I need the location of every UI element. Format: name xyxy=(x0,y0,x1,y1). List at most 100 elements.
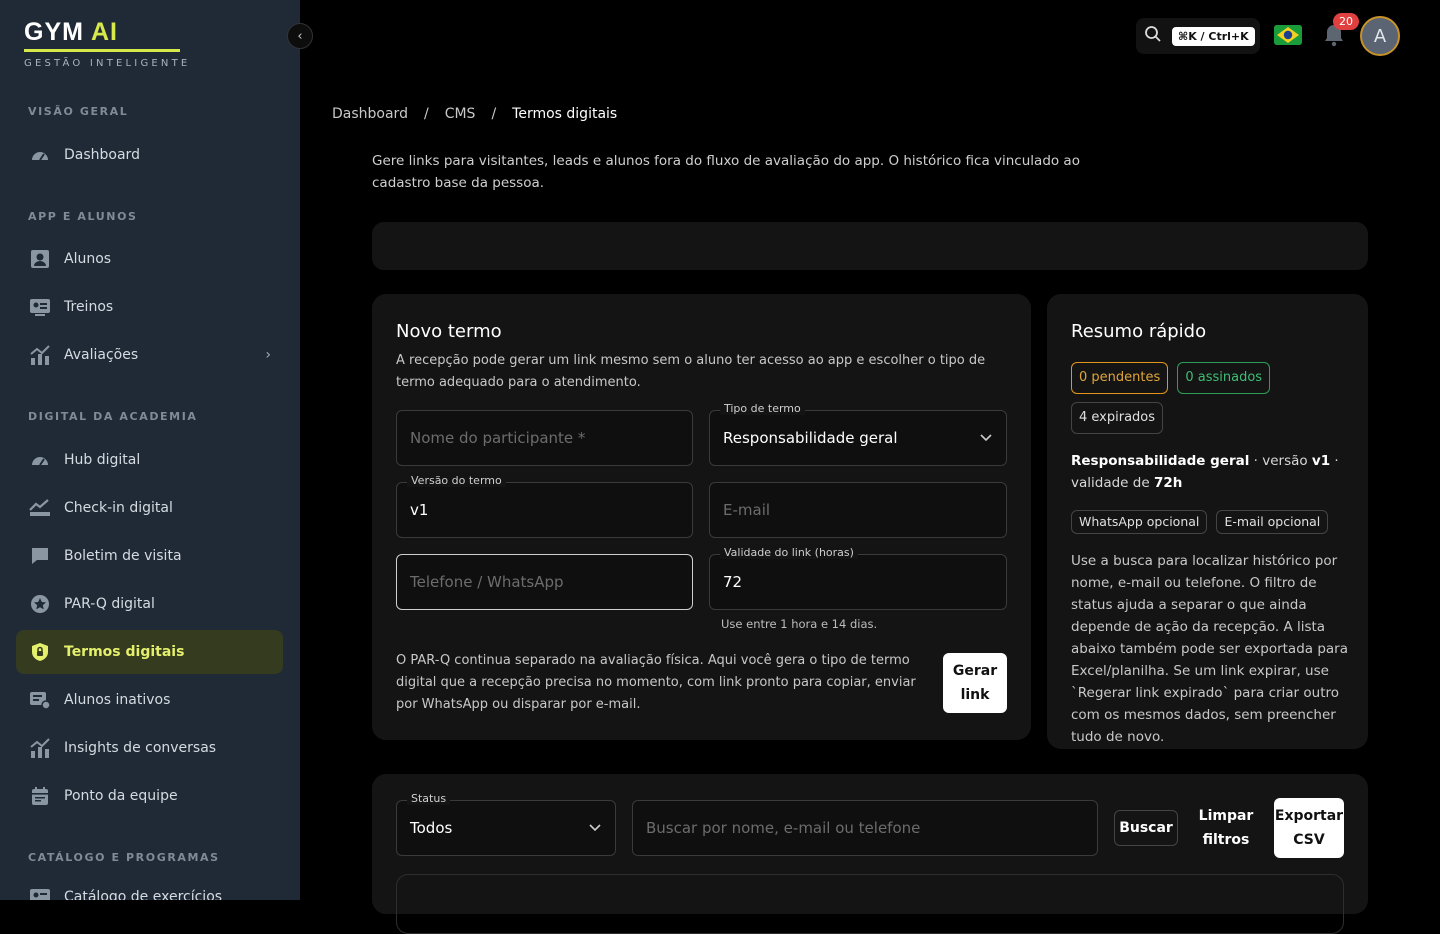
sidebar-item-label: PAR-Q digital xyxy=(64,596,155,612)
calendar-icon xyxy=(28,784,52,808)
gauge-icon xyxy=(28,448,52,472)
status-filter-select[interactable]: Status Todos xyxy=(396,792,616,856)
participant-name-input[interactable]: Nome do participante * xyxy=(396,410,693,466)
command-search-button[interactable]: ⌘K / Ctrl+K xyxy=(1136,18,1260,54)
term-type-label: Tipo de termo xyxy=(720,402,805,415)
id-card-icon xyxy=(28,885,52,900)
breadcrumb-cms[interactable]: CMS xyxy=(445,106,476,122)
check-in-icon xyxy=(28,496,52,520)
phone-placeholder: Telefone / WhatsApp xyxy=(410,573,564,591)
shortcut-hint: ⌘K / Ctrl+K xyxy=(1172,26,1255,46)
brand-name: GYM xyxy=(24,18,84,46)
notification-count-badge: 20 xyxy=(1333,13,1359,30)
id-card-icon xyxy=(28,295,52,319)
message-icon xyxy=(28,544,52,568)
sidebar-item-label: Alunos inativos xyxy=(64,692,171,708)
sidebar-item-termos-digitais[interactable]: Termos digitais xyxy=(16,630,283,674)
toolbar-card xyxy=(372,222,1368,270)
section-label-digital: DIGITAL DA ACADEMIA xyxy=(28,410,198,423)
sidebar-item-label: Hub digital xyxy=(64,452,141,468)
quick-summary-card: Resumo rápido 0 pendentes 0 assinados 4 … xyxy=(1047,294,1368,749)
sidebar-item-label: Alunos xyxy=(64,251,112,267)
history-list-container xyxy=(396,874,1344,934)
phone-whatsapp-input[interactable]: Telefone / WhatsApp xyxy=(396,554,693,610)
chevron-down-icon xyxy=(589,821,601,835)
breadcrumb-dashboard[interactable]: Dashboard xyxy=(332,106,408,122)
term-summary-name: Responsabilidade geral xyxy=(1071,453,1250,469)
section-label-overview: VISÃO GERAL xyxy=(28,105,129,118)
chevron-right-icon: › xyxy=(265,347,271,363)
email-optional-tag: E-mail opcional xyxy=(1216,510,1329,534)
sidebar-item-label: Check-in digital xyxy=(64,500,173,516)
expired-chip-row: 4 expirados xyxy=(1071,402,1164,434)
term-summary-line: Responsabilidade geral · versão v1 · val… xyxy=(1071,450,1351,494)
email-placeholder: E-mail xyxy=(723,501,771,519)
link-validity-help: Use entre 1 hora e 14 dias. xyxy=(721,617,878,631)
clear-filters-button[interactable]: Limpar filtros xyxy=(1194,804,1258,852)
participant-name-placeholder: Nome do participante * xyxy=(410,429,586,447)
sidebar-item-check-in-digital[interactable]: Check-in digital xyxy=(16,486,283,530)
new-term-description: A recepção pode gerar um link mesmo sem … xyxy=(396,353,986,390)
sidebar-item-catalogo-exercicios[interactable]: Catálogo de exercícios xyxy=(16,875,283,900)
search-button[interactable]: Buscar xyxy=(1114,810,1178,846)
brazil-flag-icon[interactable] xyxy=(1274,25,1302,45)
history-filters-card: Status Todos Buscar por nome, e-mail ou … xyxy=(372,774,1368,934)
pending-count-badge[interactable]: 0 pendentes xyxy=(1071,362,1169,394)
parq-note: O PAR-Q continua separado na avaliação f… xyxy=(396,653,916,712)
sidebar-item-label: Insights de conversas xyxy=(64,740,217,756)
term-version-value: v1 xyxy=(410,501,429,519)
user-avatar[interactable]: A xyxy=(1360,16,1400,56)
sidebar-item-dashboard[interactable]: Dashboard xyxy=(16,133,283,177)
history-search-input[interactable]: Buscar por nome, e-mail ou telefone xyxy=(632,800,1098,856)
user-inactive-icon xyxy=(28,688,52,712)
breadcrumb-separator: / xyxy=(423,106,429,122)
section-label-app: APP E ALUNOS xyxy=(28,210,138,223)
sidebar-item-treinos[interactable]: Treinos xyxy=(16,285,283,329)
sidebar-item-label: Ponto da equipe xyxy=(64,788,178,804)
channel-tags: WhatsApp opcional E-mail opcional xyxy=(1071,510,1329,534)
link-validity-input[interactable]: Validade do link (horas) 72 xyxy=(709,546,1007,610)
sidebar-item-label: Termos digitais xyxy=(64,644,185,660)
page-description: Gere links para visitantes, leads e alun… xyxy=(372,153,1080,191)
new-term-title: Novo termo xyxy=(396,321,502,342)
sidebar-item-parq-digital[interactable]: PAR-Q digital xyxy=(16,582,283,626)
user-icon xyxy=(28,247,52,271)
sidebar-item-label: Boletim de visita xyxy=(64,548,182,564)
sidebar-item-alunos-inativos[interactable]: Alunos inativos xyxy=(16,678,283,722)
quick-summary-help: Use a busca para localizar histórico por… xyxy=(1071,553,1349,745)
chevron-down-icon xyxy=(980,431,992,445)
version-prefix: · versão xyxy=(1249,453,1312,469)
term-summary-validity: 72h xyxy=(1153,475,1183,491)
term-version-input[interactable]: Versão do termo v1 xyxy=(396,474,693,538)
new-term-card: Novo termo A recepção pode gerar um link… xyxy=(372,294,1031,740)
sidebar-item-label: Avaliações xyxy=(64,347,139,363)
star-badge-icon xyxy=(28,592,52,616)
brand-logo[interactable]: GYM AI GESTÃO INTELIGENTE xyxy=(24,18,190,69)
search-icon xyxy=(1144,25,1162,47)
quick-summary-title: Resumo rápido xyxy=(1071,321,1207,342)
term-version-label: Versão do termo xyxy=(407,474,506,487)
chart-icon xyxy=(28,736,52,760)
sidebar-item-avaliacoes[interactable]: Avaliações › xyxy=(16,333,283,377)
expired-count-badge[interactable]: 4 expirados xyxy=(1071,402,1164,434)
sidebar-item-insights-conversas[interactable]: Insights de conversas xyxy=(16,726,283,770)
signed-count-badge[interactable]: 0 assinados xyxy=(1177,362,1271,394)
term-summary-version: v1 xyxy=(1311,453,1331,469)
sidebar-item-alunos[interactable]: Alunos xyxy=(16,237,283,281)
sidebar-item-label: Treinos xyxy=(64,299,114,315)
term-type-select[interactable]: Tipo de termo Responsabilidade geral xyxy=(709,402,1007,466)
lock-icon xyxy=(28,640,52,664)
chevron-left-icon: ‹ xyxy=(297,28,303,44)
breadcrumb: Dashboard / CMS / Termos digitais xyxy=(332,106,617,122)
sidebar-item-boletim-visita[interactable]: Boletim de visita xyxy=(16,534,283,578)
brand-tagline: GESTÃO INTELIGENTE xyxy=(24,58,191,69)
sidebar-item-ponto-equipe[interactable]: Ponto da equipe xyxy=(16,774,283,818)
sidebar-item-hub-digital[interactable]: Hub digital xyxy=(16,438,283,482)
breadcrumb-separator: / xyxy=(491,106,497,122)
sidebar: GYM AI GESTÃO INTELIGENTE VISÃO GERAL Da… xyxy=(0,0,300,900)
generate-link-button[interactable]: Gerar link xyxy=(943,653,1007,713)
export-csv-button[interactable]: Exportar CSV xyxy=(1274,798,1344,858)
collapse-sidebar-button[interactable]: ‹ xyxy=(287,23,313,49)
email-input[interactable]: E-mail xyxy=(709,482,1007,538)
link-validity-label: Validade do link (horas) xyxy=(720,546,858,559)
